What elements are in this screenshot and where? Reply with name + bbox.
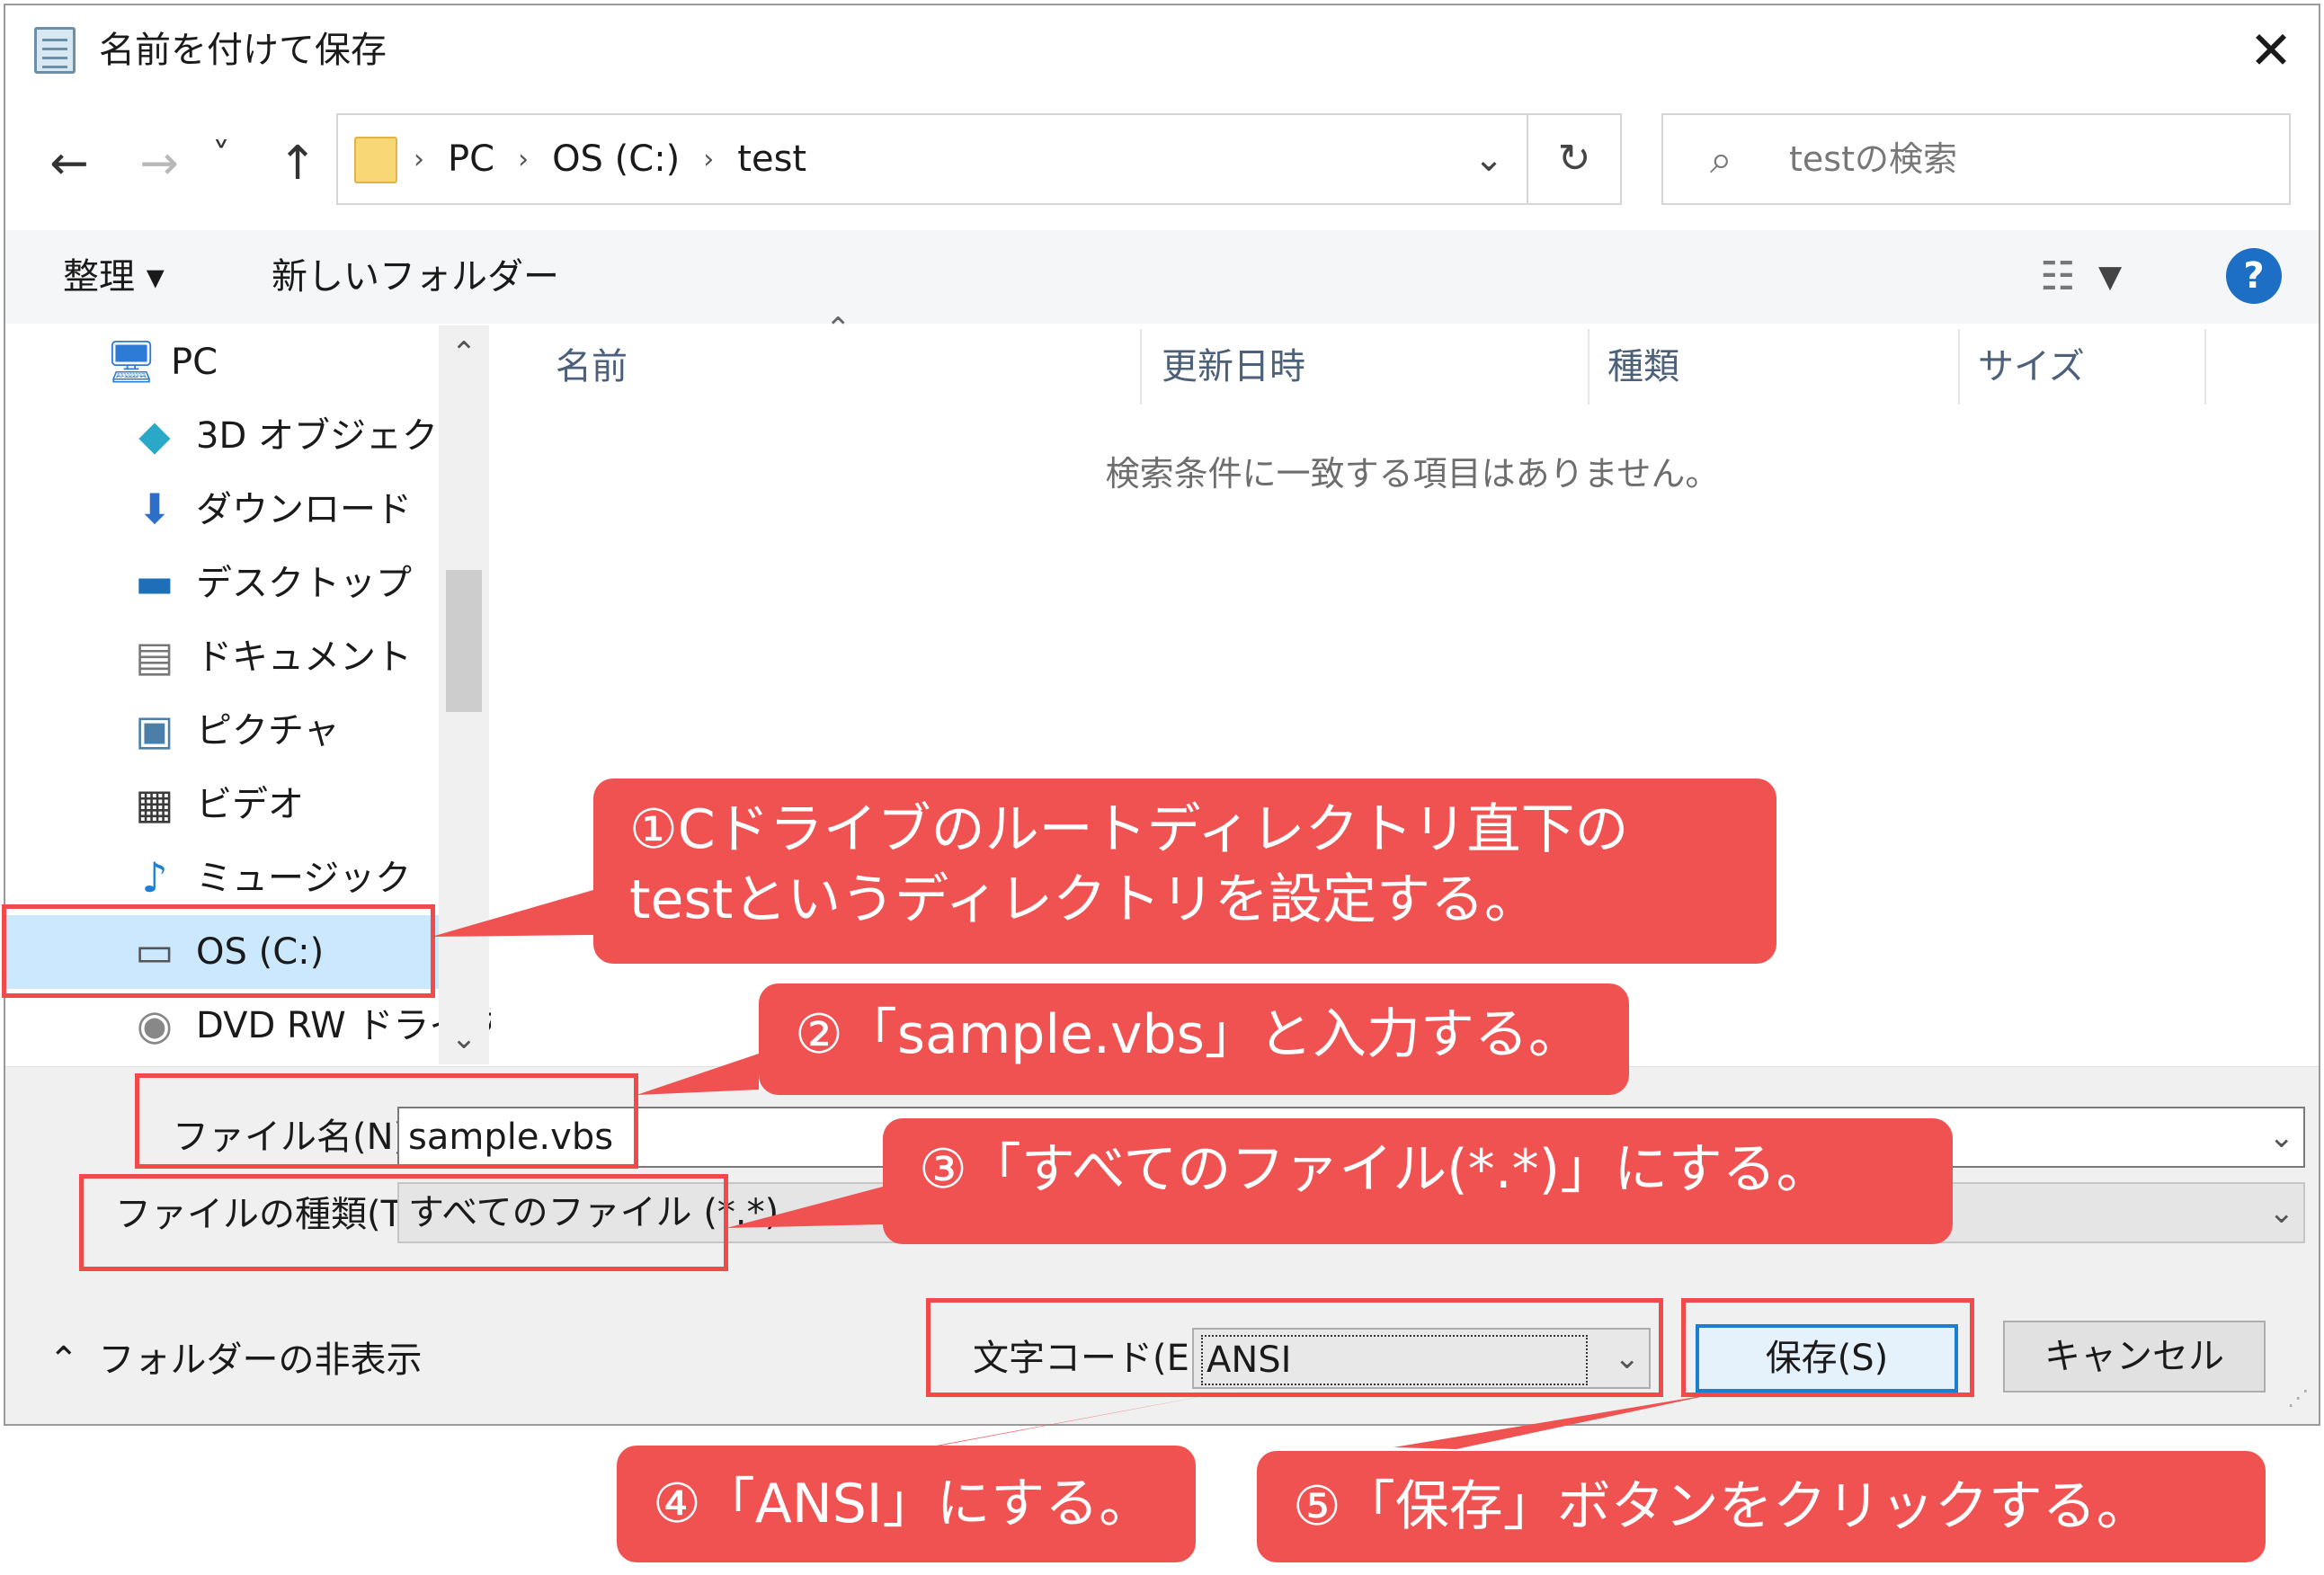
pc-icon: 🖥 [104, 337, 158, 386]
resize-grip-icon[interactable]: ⋰ [2287, 1385, 2309, 1410]
back-arrow-icon[interactable]: ← [38, 128, 101, 200]
column-divider[interactable] [1958, 329, 1960, 405]
annotation-callout-3: ③「すべてのファイル(*.*)」にする。 [883, 1118, 1953, 1244]
annotation-callout-1: ①Cドライブのルートディレクトリ直下の testというディレクトリを設定する。 [593, 779, 1776, 964]
tree-item-label: ピクチャ [196, 710, 340, 752]
tree-item-dvd-rw[interactable]: ◉ DVD RW ドライブ [5, 989, 491, 1063]
organize-button[interactable]: 整理 ▾ [63, 230, 165, 324]
search-placeholder: testの検索 [1789, 139, 1957, 179]
notepad-icon [34, 27, 76, 74]
sort-ascending-icon: ⌃ [825, 311, 851, 347]
tree-item-videos[interactable]: ▦ ビデオ [5, 768, 439, 841]
hide-folders-label: フォルダーの非表示 [98, 1339, 423, 1381]
highlight-encoding [926, 1298, 1663, 1397]
music-icon: ♪ [141, 853, 168, 902]
annotation-1-line-1: ①Cドライブのルートディレクトリ直下の [629, 798, 1629, 861]
highlight-filetype [79, 1174, 728, 1271]
scroll-up-chevron-icon[interactable]: ⌃ [439, 331, 489, 376]
breadcrumb-os-c[interactable]: OS (C:) [552, 138, 680, 180]
breadcrumb: › PC › OS (C:) › test [414, 115, 806, 203]
folder-icon [354, 137, 397, 183]
dvd-icon: ◉ [136, 1001, 174, 1049]
refresh-icon[interactable]: ↻ [1527, 115, 1620, 203]
picture-icon: ▣ [135, 706, 174, 754]
view-options-icon[interactable]: ☷ [2030, 250, 2086, 304]
breadcrumb-separator: › [703, 143, 715, 175]
recent-locations-chevron-icon[interactable]: ˅ [201, 120, 241, 192]
tree-scrollbar-thumb[interactable] [446, 570, 482, 712]
breadcrumb-separator: › [414, 143, 424, 175]
tree-item-desktop[interactable]: ▬ デスクトップ [5, 547, 439, 620]
tree-item-label: PC [171, 342, 218, 383]
breadcrumb-test[interactable]: test [737, 138, 806, 180]
annotation-callout-2: ②「sample.vbs」と入力する。 [759, 983, 1629, 1095]
breadcrumb-separator: › [518, 143, 530, 175]
annotation-callout-4: ④「ANSI」にする。 [617, 1446, 1196, 1562]
annotation-1-line-2: testというディレクトリを設定する。 [629, 868, 1539, 931]
command-bar: 整理 ▾ 新しいフォルダー ☷ ▼ ? [5, 230, 2319, 324]
scroll-down-chevron-icon[interactable]: ⌄ [439, 1016, 489, 1061]
filetype-dropdown-chevron-icon[interactable]: ⌄ [2269, 1184, 2295, 1241]
video-icon: ▦ [135, 779, 174, 828]
new-folder-button[interactable]: 新しいフォルダー [272, 230, 559, 324]
highlight-os-c [2, 904, 435, 998]
document-icon: ▤ [135, 632, 174, 681]
tree-item-label: ビデオ [196, 784, 304, 825]
cancel-button[interactable]: キャンセル [2003, 1321, 2266, 1393]
close-button[interactable]: ✕ [2235, 14, 2307, 86]
tree-item-label: ドキュメント [196, 636, 412, 678]
search-icon: ⌕ [1710, 137, 1732, 182]
address-bar[interactable]: › PC › OS (C:) › test ⌄ ↻ [336, 113, 1622, 205]
forward-arrow-icon[interactable]: → [128, 128, 191, 200]
collapse-chevron-icon: ⌃ [49, 1339, 79, 1381]
desktop-icon: ▬ [135, 558, 174, 607]
up-arrow-icon[interactable]: ↑ [266, 128, 329, 200]
empty-folder-message: 検索条件に一致する項目はありません。 [1105, 454, 1720, 494]
view-options-caret-icon[interactable]: ▼ [2098, 250, 2122, 304]
window-title: 名前を付けて保存 [99, 30, 387, 71]
column-header-type[interactable]: 種類 [1607, 329, 1679, 405]
tree-item-pictures[interactable]: ▣ ピクチャ [5, 694, 439, 768]
search-input[interactable]: ⌕ testの検索 [1661, 113, 2291, 205]
column-divider[interactable] [1140, 329, 1142, 405]
highlight-filename [135, 1073, 638, 1169]
column-divider[interactable] [1588, 329, 1589, 405]
breadcrumb-pc[interactable]: PC [448, 138, 494, 180]
tree-item-pc[interactable]: 🖥 PC [5, 325, 439, 399]
tree-item-documents[interactable]: ▤ ドキュメント [5, 620, 439, 694]
column-header-modified[interactable]: 更新日時 [1162, 329, 1305, 405]
column-divider[interactable] [2204, 329, 2206, 405]
address-dropdown-chevron-icon[interactable]: ⌄ [1453, 115, 1525, 203]
tree-item-label: デスクトップ [196, 563, 412, 604]
highlight-save-button [1681, 1298, 1974, 1397]
column-header-size[interactable]: サイズ [1978, 329, 2085, 405]
help-icon[interactable]: ? [2226, 248, 2282, 304]
annotation-callout-5: ⑤「保存」ボタンをクリックする。 [1257, 1451, 2266, 1562]
column-header-name[interactable]: 名前 [556, 329, 628, 405]
hide-folders-toggle[interactable]: ⌃ フォルダーの非表示 [49, 1333, 423, 1387]
filename-dropdown-chevron-icon[interactable]: ⌄ [2269, 1108, 2295, 1166]
